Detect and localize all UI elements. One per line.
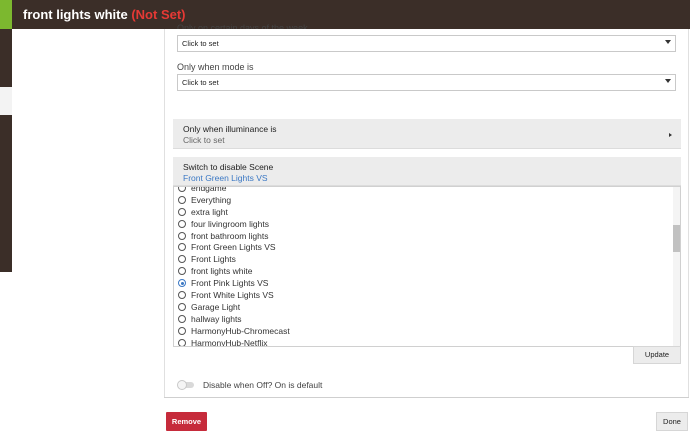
disable-when-off-toggle[interactable] (177, 380, 195, 390)
radio-unchecked-icon[interactable] (178, 326, 186, 335)
scene-option[interactable]: Garage Light (178, 301, 668, 313)
radio-unchecked-icon[interactable] (178, 187, 186, 192)
status-badge: (Not Set) (131, 7, 186, 22)
done-button[interactable]: Done (656, 412, 688, 431)
scene-option-label: Front Green Lights VS (191, 242, 276, 253)
scene-option[interactable]: Everything (178, 194, 668, 206)
side-panel (12, 29, 164, 438)
scene-options-list[interactable]: endgame Everything extra light four livingr… (173, 186, 681, 347)
scene-option-label: extra light (191, 206, 228, 217)
chevron-right-icon (669, 133, 672, 137)
scene-option[interactable]: Front Pink Lights VS (178, 277, 668, 289)
radio-unchecked-icon[interactable] (178, 338, 186, 346)
radio-unchecked-icon[interactable] (178, 195, 186, 204)
scene-option-label: HarmonyHub-Netflix (191, 337, 268, 347)
illuminance-expander[interactable]: Only when illuminance is Click to set (173, 119, 681, 149)
content-left-border (164, 29, 165, 398)
scene-option[interactable]: four livingroom lights (178, 218, 668, 230)
list-scrollbar-thumb[interactable] (673, 225, 680, 252)
scene-option[interactable]: HarmonyHub-Netflix (178, 337, 668, 347)
menu-tab[interactable] (0, 0, 12, 29)
radio-unchecked-icon[interactable] (178, 255, 186, 264)
scene-option-label: Everything (191, 194, 232, 205)
scene-option[interactable]: hallway lights (178, 313, 668, 325)
scene-option-label: HarmonyHub-Chromecast (191, 325, 290, 336)
scene-option-label: Front Pink Lights VS (191, 278, 269, 289)
days-select[interactable]: Click to set (177, 35, 676, 52)
radio-checked-icon[interactable] (178, 279, 186, 288)
mode-label: Only when mode is (177, 62, 254, 72)
content-right-border (688, 29, 689, 398)
scene-option[interactable]: extra light (178, 206, 668, 218)
illuminance-title: Only when illuminance is (183, 124, 277, 134)
scene-option-label: Front Lights (191, 254, 236, 265)
scene-option[interactable]: Front White Lights VS (178, 289, 668, 301)
update-button[interactable]: Update (633, 346, 681, 364)
days-select-value: Click to set (182, 39, 219, 48)
scene-option[interactable]: Front Green Lights VS (178, 241, 668, 253)
content-bottom-border (164, 397, 689, 398)
radio-unchecked-icon[interactable] (178, 267, 186, 276)
scene-option-label: Front White Lights VS (191, 289, 274, 300)
scene-option[interactable]: endgame (178, 186, 668, 194)
illuminance-value: Click to set (183, 135, 225, 145)
scene-option[interactable]: front bathroom lights (178, 230, 668, 242)
mode-select-value: Click to set (182, 78, 219, 87)
scroll-clip (165, 29, 685, 34)
mode-select[interactable]: Click to set (177, 74, 676, 91)
list-scrollbar[interactable] (673, 187, 680, 346)
radio-unchecked-icon[interactable] (178, 314, 186, 323)
remove-button[interactable]: Remove (166, 412, 207, 431)
scene-option-label: front bathroom lights (191, 230, 269, 241)
left-nav-strip (0, 29, 12, 272)
toggle-knob (177, 380, 187, 390)
scene-option-label: hallway lights (191, 313, 242, 324)
page-title: front lights white (Not Set) (23, 7, 186, 22)
scene-option[interactable]: Front Lights (178, 253, 668, 265)
top-bar: front lights white (Not Set) (0, 0, 690, 29)
radio-unchecked-icon[interactable] (178, 231, 186, 240)
radio-unchecked-icon[interactable] (178, 219, 186, 228)
disable-scene-header[interactable]: Switch to disable Scene Front Green Ligh… (173, 157, 681, 186)
radio-unchecked-icon[interactable] (178, 290, 186, 299)
left-nav-active-item[interactable] (0, 87, 12, 115)
scene-option-label: front lights white (191, 266, 253, 277)
scene-option[interactable]: HarmonyHub-Chromecast (178, 325, 668, 337)
scene-options: endgame Everything extra light four livingr… (178, 186, 668, 347)
scene-option[interactable]: front lights white (178, 265, 668, 277)
disable-scene-title: Switch to disable Scene (183, 162, 274, 172)
scene-option-label: endgame (191, 186, 227, 193)
chevron-down-icon (665, 79, 671, 83)
page-title-text: front lights white (23, 7, 128, 22)
disable-scene-value: Front Green Lights VS (183, 173, 268, 183)
scene-option-label: Garage Light (191, 301, 241, 312)
radio-unchecked-icon[interactable] (178, 207, 186, 216)
chevron-down-icon (665, 40, 671, 44)
radio-unchecked-icon[interactable] (178, 302, 186, 311)
scene-option-label: four livingroom lights (191, 218, 269, 229)
disable-when-off-label: Disable when Off? On is default (203, 380, 323, 390)
radio-unchecked-icon[interactable] (178, 243, 186, 252)
